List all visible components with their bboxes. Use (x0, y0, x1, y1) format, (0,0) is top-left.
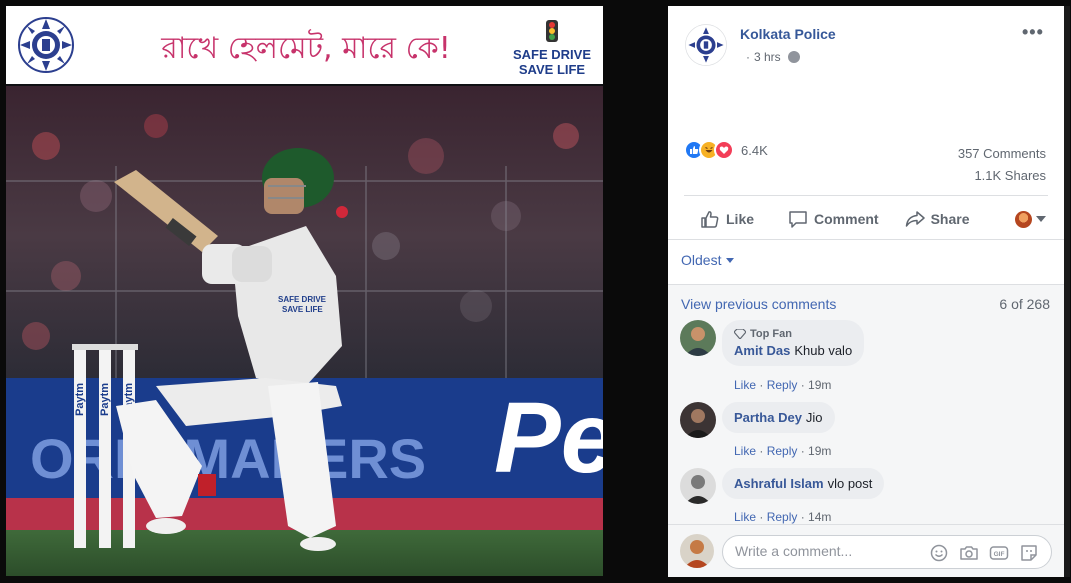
post-meta: · 3 hrs (746, 50, 800, 64)
svg-text:GIF: GIF (994, 551, 1005, 558)
divider (668, 239, 1064, 240)
emoji-icon[interactable] (929, 544, 949, 562)
commenter-avatar[interactable] (680, 320, 716, 356)
composer-icons: GIF (929, 544, 1039, 562)
cricket-scene: ORIA MAKERS Pe Paytm Paytm Paytm (6, 86, 603, 576)
comment-input-box[interactable]: GIF (722, 535, 1052, 569)
comment-like-link[interactable]: Like (734, 510, 756, 524)
scrollbar[interactable] (1064, 6, 1070, 577)
thumbs-up-icon (701, 211, 719, 228)
comment-time[interactable]: 19m (808, 378, 831, 392)
reaction-count[interactable]: 6.4K (741, 143, 768, 158)
helmet-slogan: রাখে হেলমেট, মারে কে! (161, 31, 451, 66)
svg-text:Paytm: Paytm (74, 383, 86, 416)
divider (668, 284, 1064, 285)
comment-bubble: Top Fan Amit Das Khub valo (722, 320, 865, 366)
comment-footer: Like · Reply · 19m (734, 444, 832, 458)
like-button[interactable]: Like (700, 210, 754, 228)
svg-text:SAFE DRIVE: SAFE DRIVE (278, 295, 327, 304)
comment-bubble: Partha Dey Jio (722, 402, 835, 433)
commenter-name[interactable]: Ashraful Islam (734, 476, 824, 491)
photo-banner: রাখে হেলমেট, মারে কে! SAFE DRIVE SAVE LI… (6, 6, 603, 84)
page-avatar[interactable] (684, 23, 728, 67)
post-dot: · (746, 50, 750, 64)
comment-time[interactable]: 19m (808, 444, 831, 458)
like-label: Like (726, 211, 755, 227)
gif-icon[interactable]: GIF (989, 544, 1009, 562)
sponsor-text: Pe (494, 382, 603, 494)
page-name[interactable]: Kolkata Police (740, 26, 836, 42)
comment-input[interactable] (735, 543, 915, 559)
commenter-name[interactable]: Partha Dey (734, 410, 802, 425)
order-label: Oldest (681, 252, 722, 268)
share-button[interactable]: Share (905, 210, 970, 228)
comment-like-link[interactable]: Like (734, 378, 756, 392)
comments-page-count: 6 of 268 (999, 296, 1050, 312)
viewer-avatar[interactable] (680, 534, 714, 568)
comment-text: Khub valo (794, 343, 853, 358)
love-icon (714, 140, 734, 160)
post-actions: Like Comment Share (684, 202, 1048, 236)
comment-reply-link[interactable]: Reply (767, 378, 798, 392)
post-photo[interactable]: রাখে হেলমেট, মারে কে! SAFE DRIVE SAVE LI… (6, 6, 603, 576)
more-options-button[interactable]: ••• (1022, 22, 1044, 43)
comment-text: vlo post (827, 476, 873, 491)
safe-drive-logo: SAFE DRIVE SAVE LIFE (512, 20, 592, 77)
comment-button[interactable]: Comment (788, 210, 879, 228)
comment-text: Jio (805, 410, 823, 425)
viewer-avatar (1015, 210, 1032, 228)
post-stats: 357 Comments 1.1K Shares (958, 143, 1046, 187)
globe-icon (787, 51, 800, 63)
comment-like-link[interactable]: Like (734, 444, 756, 458)
top-fan-badge: Top Fan (734, 328, 852, 340)
commenter-avatar[interactable] (680, 402, 716, 438)
save-life-text: SAVE LIFE (518, 62, 586, 77)
comment-order-selector[interactable]: Oldest (681, 252, 735, 268)
comment-footer: Like · Reply · 19m (734, 378, 832, 392)
post-header: Kolkata Police · 3 hrs ••• (668, 6, 1064, 86)
comment-time[interactable]: 14m (808, 510, 831, 524)
sticker-icon[interactable] (1019, 544, 1039, 562)
traffic-light-icon (546, 20, 558, 42)
comments-section: View previous comments 6 of 268 Top Fan … (668, 284, 1064, 524)
share-label: Share (930, 211, 970, 227)
post-time[interactable]: 3 hrs (754, 50, 781, 64)
post-as-selector[interactable] (1015, 210, 1046, 228)
svg-text:Paytm: Paytm (99, 383, 111, 416)
top-fan-label: Top Fan (750, 328, 792, 340)
chevron-down-icon (726, 257, 735, 263)
share-icon (905, 211, 925, 227)
divider (684, 195, 1048, 196)
reactions-summary[interactable]: 6.4K (684, 140, 768, 160)
comment-footer: Like · Reply · 14m (734, 510, 832, 524)
camera-icon[interactable] (959, 544, 979, 562)
shares-count[interactable]: 1.1K Shares (958, 165, 1046, 187)
comment-icon (789, 211, 807, 228)
comment-reply-link[interactable]: Reply (767, 510, 798, 524)
screen: রাখে হেলমেট, মারে কে! SAFE DRIVE SAVE LI… (0, 0, 1071, 583)
safe-drive-text: SAFE DRIVE (512, 47, 591, 62)
board-text: ORIA MAKERS (30, 427, 426, 490)
post-panel: Kolkata Police · 3 hrs ••• 6.4K 357 Comm… (668, 6, 1064, 577)
svg-text:SAVE LIFE: SAVE LIFE (282, 305, 323, 314)
comments-count[interactable]: 357 Comments (958, 143, 1046, 165)
diamond-icon (734, 329, 746, 339)
chevron-down-icon (1036, 216, 1046, 222)
comment-label: Comment (814, 211, 879, 227)
comment-bubble: Ashraful Islam vlo post (722, 468, 885, 499)
comment-composer: GIF (668, 524, 1064, 577)
comment-reply-link[interactable]: Reply (767, 444, 798, 458)
commenter-avatar[interactable] (680, 468, 716, 504)
kolkata-police-emblem (18, 17, 74, 73)
commenter-name[interactable]: Amit Das (734, 343, 790, 358)
view-previous-comments-link[interactable]: View previous comments (681, 296, 836, 312)
